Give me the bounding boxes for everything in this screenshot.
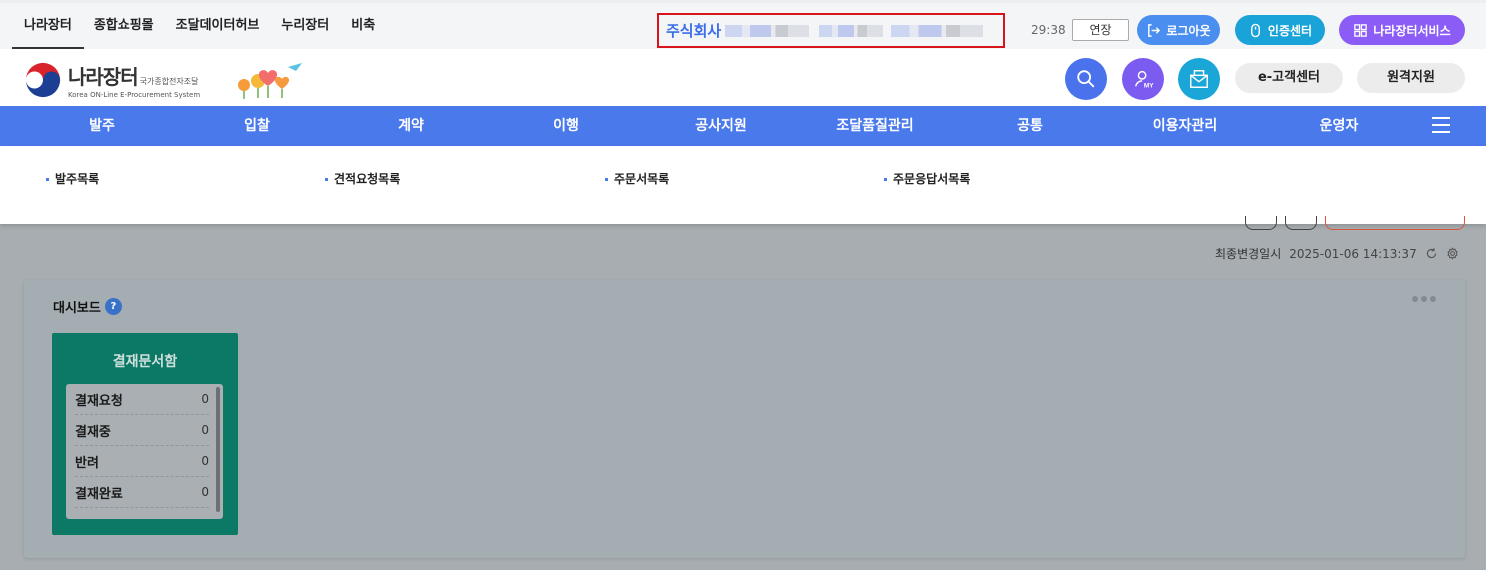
logo-title: 나라장터: [68, 65, 139, 89]
nara-service-label: 나라장터서비스: [1373, 23, 1451, 38]
session-timer: 29:38: [1031, 23, 1066, 37]
company-name-box: 주식회사: [657, 13, 1005, 48]
cert-center-label: 인증센터: [1267, 23, 1313, 38]
my-label: MY: [1144, 82, 1154, 89]
logout-label: 로그아웃: [1166, 23, 1211, 38]
list-item[interactable]: 반려 0: [75, 446, 209, 477]
order-submenu: 발주목록 견적요청목록 주문서목록 주문응답서목록: [0, 146, 1486, 224]
grid-icon: [1354, 23, 1368, 37]
remote-support-button[interactable]: 원격지원: [1357, 63, 1465, 93]
site-logo[interactable]: 나라장터 국가종합전자조달 Korea ON-Line E-Procurement…: [24, 61, 200, 99]
list-scrollbar[interactable]: [216, 387, 220, 512]
site-tab-data-hub[interactable]: 조달데이터허브: [176, 3, 260, 49]
more-options-icon[interactable]: [1412, 296, 1436, 302]
flower-decoration-icon: [238, 63, 302, 99]
list-item[interactable]: 결재요청 0: [75, 384, 209, 415]
dashboard-title-text: 대시보드: [53, 301, 101, 316]
my-page-button[interactable]: MY: [1122, 58, 1164, 100]
last-updated-label: 최종변경일시: [1215, 247, 1282, 261]
search-button[interactable]: [1065, 58, 1107, 100]
hidden-button[interactable]: [1245, 216, 1277, 230]
user-icon: MY: [1134, 70, 1154, 89]
status-count[interactable]: 0: [201, 454, 209, 468]
mail-icon: [1190, 70, 1208, 88]
nav-contract[interactable]: 계약: [398, 106, 424, 146]
status-label: 결재요청: [75, 393, 123, 409]
cert-center-button[interactable]: 인증센터: [1235, 15, 1325, 45]
company-name: 주식회사: [666, 22, 722, 40]
nav-construction-support[interactable]: 공사지원: [695, 106, 747, 146]
dashboard-panel: 대시보드 ? 결재문서함 결재요청 0 결재중 0 반려 0 결재완료 0: [24, 280, 1465, 558]
hidden-button[interactable]: [1285, 216, 1317, 230]
logo-subtitle: 국가종합전자조달: [139, 77, 199, 86]
nav-operator[interactable]: 운영자: [1320, 106, 1359, 146]
redacted-text: [891, 24, 984, 37]
last-updated-value: 2025-01-06 14:13:37: [1289, 246, 1417, 261]
redacted-text: [819, 24, 884, 37]
dashboard-title: 대시보드 ?: [53, 297, 122, 316]
submenu-order-list[interactable]: 발주목록: [46, 170, 99, 187]
last-updated: 최종변경일시 2025-01-06 14:13:37: [1215, 245, 1459, 262]
nav-user-management[interactable]: 이용자관리: [1153, 106, 1217, 146]
nav-common[interactable]: 공통: [1017, 106, 1043, 146]
status-label: 결재중: [75, 424, 111, 440]
approval-docs-widget: 결재문서함 결재요청 0 결재중 0 반려 0 결재완료 0: [52, 333, 238, 535]
site-tab-narajangteo[interactable]: 나라장터: [12, 3, 84, 49]
logo-english: Korea ON-Line E-Procurement System: [68, 91, 201, 99]
e-customer-center-button[interactable]: e-고객센터: [1235, 63, 1343, 93]
main-nav: 발주 입찰 계약 이행 공사지원 조달품질관리 공통 이용자관리 운영자: [0, 106, 1486, 146]
nav-quality-management[interactable]: 조달품질관리: [836, 106, 913, 146]
hamburger-menu-icon[interactable]: [1432, 117, 1450, 135]
status-count[interactable]: 0: [201, 485, 209, 499]
widget-title: 결재문서함: [112, 354, 178, 370]
nav-order[interactable]: 발주: [89, 106, 115, 146]
site-switcher-nav: 나라장터 종합쇼핑몰 조달데이터허브 누리장터 비축: [12, 3, 397, 49]
top-utility-bar: 나라장터 종합쇼핑몰 조달데이터허브 누리장터 비축 주식회사 29:38 연장…: [0, 0, 1486, 49]
submenu-quote-request-list[interactable]: 견적요청목록: [325, 170, 400, 187]
search-icon: [1077, 70, 1095, 88]
site-tab-nuri[interactable]: 누리장터: [281, 3, 329, 49]
site-header: 나라장터 국가종합전자조달 Korea ON-Line E-Procurement…: [0, 49, 1486, 106]
status-count[interactable]: 0: [201, 423, 209, 437]
logout-button[interactable]: 로그아웃: [1137, 15, 1220, 45]
hidden-button[interactable]: [1325, 216, 1465, 230]
redacted-text: [725, 24, 810, 37]
submenu-order-response-list[interactable]: 주문응답서목록: [884, 170, 970, 187]
nara-service-button[interactable]: 나라장터서비스: [1339, 15, 1465, 45]
taegeuk-emblem-icon: [25, 62, 61, 98]
nav-fulfillment[interactable]: 이행: [553, 106, 579, 146]
list-item[interactable]: 결재중 0: [75, 415, 209, 446]
settings-gear-icon[interactable]: [1446, 247, 1459, 260]
status-label: 반려: [75, 455, 99, 471]
nav-bidding[interactable]: 입찰: [244, 106, 270, 146]
submenu-purchase-order-list[interactable]: 주문서목록: [605, 170, 669, 187]
logout-icon: [1148, 23, 1161, 37]
message-button[interactable]: [1178, 58, 1220, 100]
site-tab-shopping-mall[interactable]: 종합쇼핑몰: [94, 3, 154, 49]
mouse-icon: [1250, 23, 1260, 37]
list-item[interactable]: 결재완료 0: [75, 477, 209, 508]
status-count[interactable]: 0: [201, 392, 209, 406]
extend-session-button[interactable]: 연장: [1072, 19, 1129, 41]
status-label: 결재완료: [75, 486, 123, 502]
approval-status-list: 결재요청 0 결재중 0 반려 0 결재완료 0: [66, 384, 223, 519]
refresh-icon[interactable]: [1425, 247, 1438, 260]
site-tab-stockpile[interactable]: 비축: [351, 3, 375, 49]
help-icon[interactable]: ?: [104, 298, 122, 315]
